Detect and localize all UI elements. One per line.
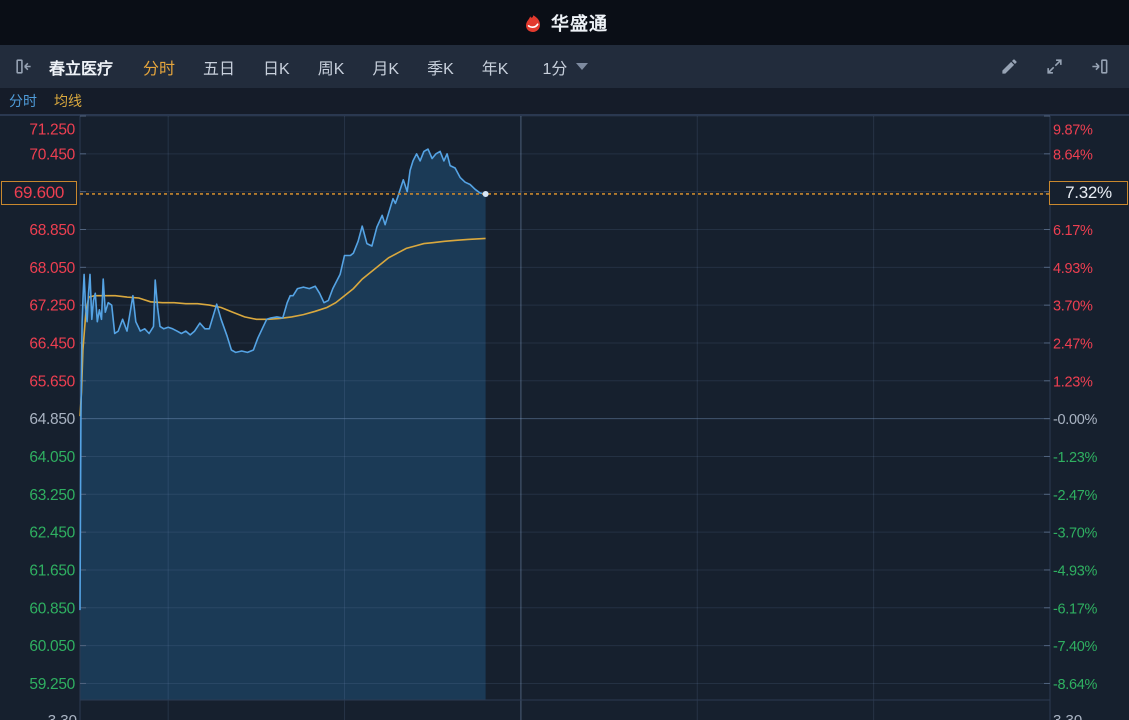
percent-axis-label: 9.87% bbox=[1053, 123, 1093, 139]
price-axis-label: 59.250 bbox=[29, 676, 75, 693]
fullscreen-expand-icon[interactable] bbox=[1045, 57, 1064, 76]
minute-chart[interactable]: 71.250 9.87% 70.450 8.64% 68.850 6.17% 68.050 4… bbox=[0, 115, 1129, 720]
percent-axis-label: 6.17% bbox=[1053, 223, 1093, 239]
chevron-down-icon bbox=[576, 63, 589, 70]
price-axis-label: 68.050 bbox=[29, 260, 75, 277]
price-axis-label: 60.850 bbox=[29, 600, 75, 617]
collapse-panel-left-icon[interactable] bbox=[14, 57, 33, 76]
current-change-box: 7.32% bbox=[1049, 181, 1128, 205]
app-logo: 华盛通 bbox=[521, 10, 608, 36]
price-axis-label: 65.650 bbox=[29, 373, 75, 390]
nav-tab[interactable]: 周K bbox=[318, 55, 345, 79]
price-axis-label: 68.850 bbox=[29, 222, 75, 239]
bottom-pane-right-label: 3.30 bbox=[1053, 712, 1082, 720]
price-axis-label: 64.850 bbox=[29, 411, 75, 428]
overlay-tab[interactable]: 分时 bbox=[9, 91, 37, 111]
percent-axis-label: -8.64% bbox=[1053, 677, 1098, 693]
current-price-dot bbox=[482, 190, 489, 197]
percent-axis-label: -6.17% bbox=[1053, 601, 1098, 617]
interval-dropdown[interactable]: 1分 bbox=[542, 55, 589, 79]
nav-tab[interactable]: 季K bbox=[427, 55, 454, 79]
overlay-tabs: 分时 均线 bbox=[0, 88, 1129, 115]
price-axis-label: 67.250 bbox=[29, 298, 75, 315]
draw-pencil-icon[interactable] bbox=[1000, 57, 1019, 76]
percent-axis-label: -7.40% bbox=[1053, 639, 1098, 655]
price-area bbox=[80, 149, 486, 701]
percent-axis-label: 4.93% bbox=[1053, 261, 1093, 277]
price-axis-label: 62.450 bbox=[29, 525, 75, 542]
price-axis-label: 66.450 bbox=[29, 335, 75, 352]
app-title: 华盛通 bbox=[551, 13, 608, 34]
stock-name: 春立医疗 bbox=[49, 60, 114, 78]
price-axis-label: 64.050 bbox=[29, 449, 75, 466]
percent-axis-label: -2.47% bbox=[1053, 488, 1098, 504]
percent-axis-label: -3.70% bbox=[1053, 526, 1098, 542]
flame-logo-icon bbox=[526, 14, 540, 32]
collapse-panel-right-icon[interactable] bbox=[1090, 57, 1109, 76]
top-bar: 华盛通 bbox=[0, 0, 1129, 45]
current-price-box: 69.600 bbox=[1, 181, 77, 205]
percent-axis-label: -4.93% bbox=[1053, 563, 1098, 579]
nav-tab[interactable]: 月K bbox=[372, 55, 399, 79]
nav-tab[interactable]: 年K bbox=[482, 55, 509, 79]
interval-value: 1分 bbox=[542, 60, 568, 78]
percent-axis-label: 1.23% bbox=[1053, 374, 1093, 390]
nav-tab[interactable]: 日K bbox=[263, 55, 290, 79]
percent-axis-label: -0.00% bbox=[1053, 412, 1098, 428]
nav-tab[interactable]: 五日 bbox=[203, 55, 235, 79]
bottom-pane-left-label: 3.30 bbox=[48, 712, 77, 720]
nav-tab[interactable]: 分时 bbox=[143, 55, 175, 79]
price-axis-label: 71.250 bbox=[29, 122, 75, 139]
overlay-tab[interactable]: 均线 bbox=[54, 91, 82, 111]
percent-axis-label: -1.23% bbox=[1053, 450, 1098, 466]
percent-axis-label: 3.70% bbox=[1053, 299, 1093, 315]
chart-toolbar: 春立医疗 分时 五日 日K 周K 月K 季K 年K 1分 bbox=[0, 45, 1129, 88]
chart-area: 71.250 9.87% 70.450 8.64% 68.850 6.17% 68.050 4… bbox=[0, 115, 1129, 720]
percent-axis-label: 2.47% bbox=[1053, 336, 1093, 352]
percent-axis-label: 8.64% bbox=[1053, 147, 1093, 163]
period-tabs: 分时 五日 日K 周K 月K 季K 年K bbox=[143, 55, 508, 79]
price-axis-label: 70.450 bbox=[29, 146, 75, 163]
price-axis-label: 60.050 bbox=[29, 638, 75, 655]
toolbar-right-icons bbox=[1000, 57, 1115, 76]
price-axis-label: 61.650 bbox=[29, 562, 75, 579]
price-axis-label: 63.250 bbox=[29, 487, 75, 504]
